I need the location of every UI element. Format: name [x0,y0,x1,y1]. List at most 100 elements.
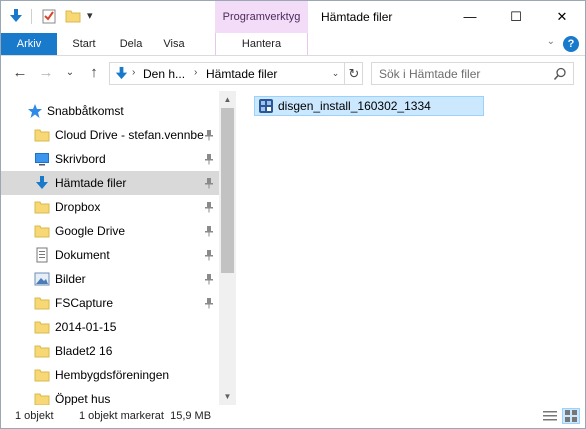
details-view-icon[interactable] [542,409,558,423]
tree-item[interactable]: Dropbox [1,195,219,219]
search-box[interactable] [371,62,574,85]
context-group-label: Programverktyg [222,11,301,23]
tree-item[interactable]: Cloud Drive - stefan.vennbe [1,123,219,147]
document-icon [36,247,48,263]
file-name: disgen_install_160302_1334 [278,99,431,113]
tab-arkiv[interactable]: Arkiv [1,33,57,55]
tab-dela[interactable]: Dela [111,33,151,55]
forward-button[interactable]: → [37,64,55,82]
status-item-count: 1 objekt [15,410,54,422]
close-icon: ✕ [556,8,568,24]
tree-item-label: Hämtade filer [55,176,127,190]
refresh-icon[interactable]: ↻ [344,63,363,84]
tree-item-quick-access[interactable]: Snabbåtkomst [1,99,219,123]
new-folder-icon[interactable] [65,8,81,24]
pin-icon[interactable] [204,225,214,237]
scroll-up-icon[interactable]: ▲ [219,91,236,108]
tree-item-label: Cloud Drive - stefan.vennbe [55,128,204,142]
folder-icon [34,321,50,334]
tree-item[interactable]: Google Drive [1,219,219,243]
large-icons-view-icon[interactable] [562,408,580,424]
search-icon[interactable] [553,67,567,81]
address-row: ← → ⌄ ↑ › Den h... › Hämtade filer ⌄ ↻ [1,57,585,90]
download-icon [115,66,128,80]
pin-icon[interactable] [204,129,214,141]
installer-icon [259,99,273,113]
help-icon[interactable]: ? [563,36,579,52]
tree-item[interactable]: FSCapture [1,291,219,315]
tree-item-label: Hembygdsföreningen [55,368,170,382]
status-bar: 1 objekt 1 objekt markerat 15,9 MB [1,405,585,428]
toolbar-divider [31,9,32,24]
desktop-icon [35,153,49,166]
tree-item[interactable]: Hämtade filer [1,171,219,195]
folder-icon [34,345,50,358]
scroll-down-icon[interactable]: ▼ [219,388,236,405]
scrollbar-thumb[interactable] [221,108,234,273]
address-bar[interactable]: › Den h... › Hämtade filer ⌄ ↻ [109,62,363,85]
folder-icon [34,393,50,405]
pin-icon[interactable] [204,153,214,165]
tree-item[interactable]: Öppet hus [1,387,219,405]
breadcrumb-den-har-datorn[interactable]: Den h... [143,67,185,81]
maximize-icon: ☐ [510,8,522,24]
tree-item-label: Bladet2 16 [55,344,113,358]
pictures-icon [34,272,50,286]
tree-item[interactable]: 2014-01-15 [1,315,219,339]
window-title: Hämtade filer [321,10,393,24]
file-item-selected[interactable]: disgen_install_160302_1334 [254,96,484,116]
tree-item-label: Öppet hus [55,392,111,405]
close-button[interactable]: ✕ [539,1,585,32]
breadcrumb-separator: › [132,67,136,78]
pin-icon[interactable] [204,297,214,309]
download-folder-icon[interactable] [8,8,24,24]
address-dropdown-icon[interactable]: ⌄ [326,63,344,84]
tree-item-label: Skrivbord [55,152,106,166]
tree-item[interactable]: Bladet2 16 [1,339,219,363]
folder-icon [34,225,50,238]
customize-dropdown-icon[interactable]: ▾ [87,9,103,25]
tree-item-label: Bilder [55,272,86,286]
folder-icon [34,369,50,382]
pin-icon[interactable] [204,273,214,285]
pin-icon[interactable] [204,249,214,261]
folder-icon [34,201,50,214]
maximize-button[interactable]: ☐ [493,1,539,32]
tree-item-label: Google Drive [55,224,126,238]
file-list: disgen_install_160302_1334 [237,91,585,405]
properties-icon[interactable] [41,8,57,24]
tree-item-label: Dokument [55,248,110,262]
tree-item[interactable]: Dokument [1,243,219,267]
search-input[interactable] [379,66,549,81]
download-icon [36,176,48,189]
tab-visa[interactable]: Visa [154,33,194,55]
up-button[interactable]: ↑ [85,64,103,82]
tree-item[interactable]: Hembygdsföreningen [1,363,219,387]
tree-item-label: Dropbox [55,200,101,214]
recent-locations-button[interactable]: ⌄ [63,64,77,82]
tree-item-label: Snabbåtkomst [47,104,124,118]
tab-start[interactable]: Start [61,33,107,55]
breadcrumb-separator: › [194,67,198,78]
tree-item-label: 2014-01-15 [55,320,117,334]
tree-item[interactable]: Skrivbord [1,147,219,171]
ribbon-collapse-icon[interactable]: ⌄ [547,36,555,47]
minimize-button[interactable]: — [447,1,493,32]
status-selection: 1 objekt markerat 15,9 MB [79,410,212,422]
pin-icon[interactable] [204,177,214,189]
tab-hantera[interactable]: Hantera [215,33,308,55]
tree-item-label: FSCapture [55,296,114,310]
explorer-window: ▾ Programverktyg Hämtade filer — ☐ ✕ Ark… [0,0,586,429]
star-icon [28,104,42,118]
breadcrumb-hamtade-filer[interactable]: Hämtade filer [206,67,277,81]
tree-item[interactable]: Bilder [1,267,219,291]
navigation-pane: Snabbåtkomst Cloud Drive - stefan.vennbe… [1,91,235,405]
title-bar: ▾ Programverktyg Hämtade filer — ☐ ✕ [1,1,585,33]
ribbon-tabs: Arkiv Start Dela Visa Hantera ⌄ ? [1,33,585,56]
folder-icon [34,129,50,142]
pin-icon[interactable] [204,201,214,213]
back-button[interactable]: ← [11,64,29,82]
folder-icon [34,297,50,310]
context-group-header: Programverktyg [215,1,308,33]
nav-pane-scrollbar[interactable]: ▲ ▼ [219,91,236,405]
